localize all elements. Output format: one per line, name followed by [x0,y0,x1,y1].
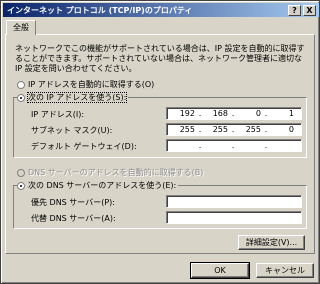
ip-octet-2: 168 [212,109,228,118]
subnet-mask-label: サブネット マスク(U): [31,126,113,135]
advanced-button[interactable]: 詳細設定(V)... [238,235,305,250]
close-button[interactable]: X [303,5,316,16]
radio-dns-manual[interactable]: 次の DNS サーバーのアドレスを使う(E): [17,180,179,191]
gateway-dot: . [198,141,202,150]
radio-ip-manual[interactable]: 次の IP アドレスを使う(S): [17,92,129,103]
radio-ip-manual-label: 次の IP アドレスを使う(S): [26,92,128,103]
window-title: インターネット プロトコル (TCP/IP)のプロパティ [7,6,193,15]
radio-ip-auto[interactable]: IP アドレスを自動的に取得する(O) [17,79,154,90]
description-text: ネットワークでこの機能がサポートされている場合は、IP 設定を自動的に取得するこ… [15,44,305,73]
mask-octet-3: 255 [245,125,261,134]
alternate-dns-label: 代替 DNS サーバー(A): [31,214,116,223]
ip-address-field[interactable]: 192 . 168 . 0 . 1 [166,107,302,120]
radio-dns-auto-indicator[interactable] [17,168,25,177]
radio-dns-auto[interactable]: DNS サーバーのアドレスを自動的に取得する(B) [17,167,203,178]
default-gateway-field[interactable]: . . . [166,139,302,152]
radio-dns-manual-indicator[interactable] [17,181,25,190]
ip-address-label: IP アドレス(I): [31,110,85,119]
ip-octet-4: 1 [288,109,294,118]
radio-ip-auto-label: IP アドレスを自動的に取得する(O) [28,80,155,89]
gateway-dot: . [264,141,268,150]
radio-dns-manual-label: 次の DNS サーバーのアドレスを使う(E): [28,181,177,190]
alternate-dns-field[interactable] [166,211,302,224]
mask-octet-1: 255 [179,125,195,134]
gateway-dot: . [231,141,235,150]
radio-ip-manual-indicator[interactable] [17,93,25,102]
ok-button[interactable]: OK [190,262,250,279]
mask-octet-2: 255 [212,125,228,134]
tab-general[interactable]: 全般 [6,20,36,35]
subnet-mask-field[interactable]: 255 . 255 . 255 . 0 [166,123,302,136]
ip-octet-1: 192 [179,109,195,118]
preferred-dns-label: 優先 DNS サーバー(P): [31,198,115,207]
preferred-dns-field[interactable] [166,195,302,208]
title-bar[interactable]: インターネット プロトコル (TCP/IP)のプロパティ ? X [3,3,319,17]
radio-ip-auto-indicator[interactable] [17,80,25,89]
tcpip-properties-dialog: インターネット プロトコル (TCP/IP)のプロパティ ? X 全般 ネットワ… [0,0,320,284]
cancel-button[interactable]: キャンセル [256,263,314,278]
ip-octet-3: 0 [255,109,261,118]
help-button[interactable]: ? [288,5,301,16]
radio-dns-auto-label: DNS サーバーのアドレスを自動的に取得する(B) [28,168,204,177]
mask-octet-4: 0 [288,125,294,134]
default-gateway-label: デフォルト ゲートウェイ(D): [31,142,137,151]
